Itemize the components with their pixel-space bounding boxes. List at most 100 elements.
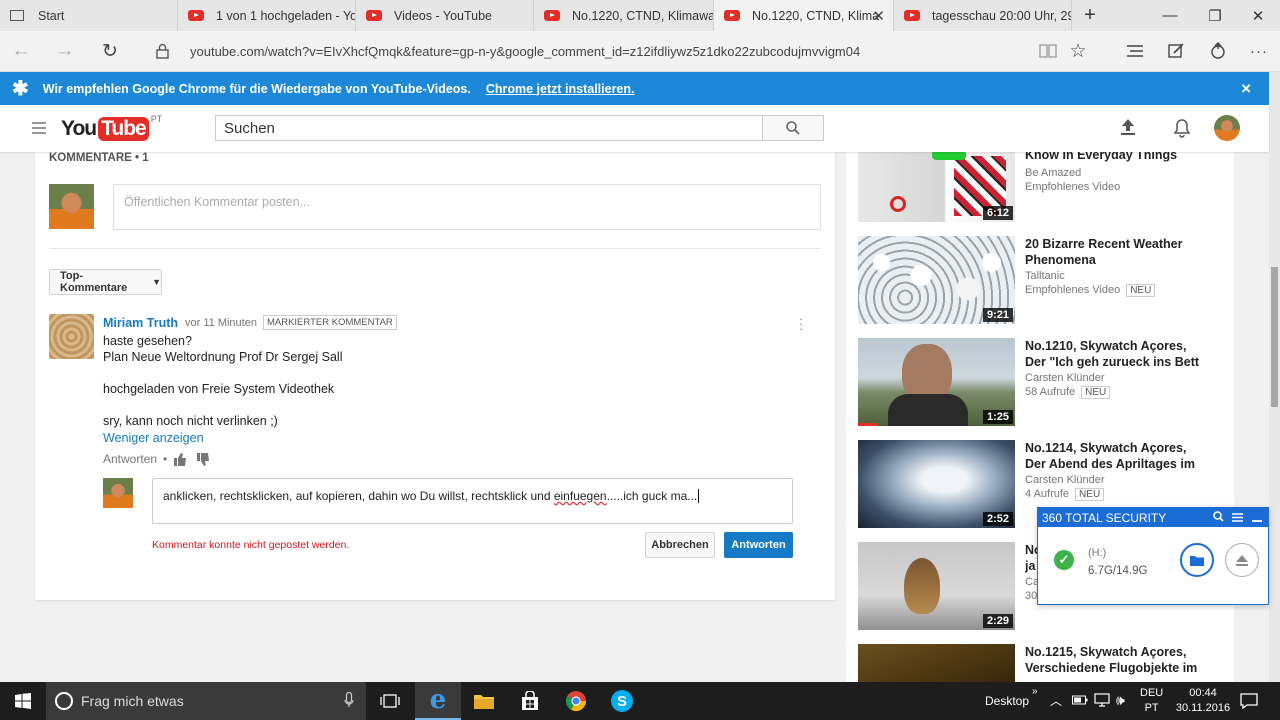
video-channel[interactable]: Carsten Klünder bbox=[1025, 474, 1105, 486]
close-window-button[interactable]: ✕ bbox=[1238, 0, 1278, 31]
video-thumbnail[interactable]: 9:21 bbox=[858, 236, 1015, 324]
submit-reply-button[interactable]: Antworten bbox=[724, 532, 793, 558]
microphone-icon[interactable] bbox=[344, 691, 354, 711]
lock-icon bbox=[149, 39, 175, 63]
related-video-item[interactable]: 6:12 Know In Everyday Things Be Amazed E… bbox=[858, 152, 1238, 240]
edge-browser-icon[interactable]: e bbox=[415, 682, 461, 720]
favorite-star-icon[interactable]: ☆ bbox=[1065, 39, 1091, 63]
clock[interactable]: 00:44 30.11.2016 bbox=[1172, 686, 1234, 716]
video-channel[interactable]: Carsten Klünder bbox=[1025, 372, 1105, 384]
related-video-item[interactable]: 9:21 20 Bizarre Recent Weather Phenomena… bbox=[858, 236, 1238, 326]
tab-youtube-upload[interactable]: 1 von 1 hochgeladen - You bbox=[178, 0, 356, 31]
web-note-icon[interactable] bbox=[1163, 39, 1189, 63]
related-video-item[interactable]: 1:25 No.1210, Skywatch Açores, Der "Ich … bbox=[858, 338, 1238, 428]
commenter-avatar[interactable] bbox=[49, 314, 94, 359]
notifications-bell-icon[interactable] bbox=[1173, 118, 1191, 141]
eject-button[interactable] bbox=[1225, 543, 1259, 577]
desktop-toolbar-label[interactable]: Desktop bbox=[985, 694, 1029, 708]
task-view-icon[interactable] bbox=[367, 682, 413, 720]
video-title[interactable]: 20 Bizarre Recent Weather Phenomena bbox=[1025, 236, 1225, 268]
toolbar-chevron-icon[interactable]: » bbox=[1032, 686, 1038, 697]
video-meta-row: 58 Aufrufe NEU bbox=[1025, 386, 1111, 399]
tab-tagesschau[interactable]: tagesschau 20:00 Uhr, 29. bbox=[894, 0, 1072, 31]
windows-logo-icon bbox=[15, 693, 31, 709]
store-icon[interactable] bbox=[507, 682, 553, 720]
upload-icon[interactable] bbox=[1120, 118, 1136, 139]
search-icon[interactable] bbox=[1213, 510, 1224, 525]
text-cursor bbox=[698, 489, 700, 503]
minimize-button[interactable]: — bbox=[1150, 0, 1190, 31]
address-bar-url[interactable]: youtube.com/watch?v=EIvXhcfQmqk&feature=… bbox=[190, 44, 860, 59]
back-arrow-icon[interactable]: ← bbox=[8, 39, 34, 63]
video-thumbnail[interactable]: 2:29 bbox=[858, 542, 1015, 630]
video-title[interactable]: No.1214, Skywatch Açores, Der Abend des … bbox=[1025, 440, 1225, 472]
tab-video-1220-a[interactable]: No.1220, CTND, Klimawan bbox=[534, 0, 714, 31]
comment-line bbox=[103, 397, 342, 413]
logo-you: You bbox=[61, 117, 97, 140]
volume-icon[interactable]: 🕪 bbox=[1116, 692, 1125, 709]
search-button[interactable] bbox=[762, 115, 824, 141]
start-button[interactable] bbox=[0, 682, 46, 720]
guide-menu-icon[interactable] bbox=[32, 122, 46, 137]
video-title[interactable]: No.1210, Skywatch Açores, Der "Ich geh z… bbox=[1025, 338, 1225, 370]
tab-youtube-videos[interactable]: Videos - YouTube bbox=[356, 0, 534, 31]
page-scrollbar[interactable] bbox=[1269, 72, 1280, 682]
input-language[interactable]: DEU PT bbox=[1140, 686, 1163, 716]
video-title[interactable]: Know In Everyday Things bbox=[1025, 152, 1225, 163]
logo-tube: Tube bbox=[98, 117, 149, 141]
show-hidden-icons[interactable]: ︿ bbox=[1050, 692, 1062, 709]
share-icon[interactable] bbox=[1205, 39, 1231, 63]
video-channel[interactable]: Be Amazed bbox=[1025, 167, 1081, 179]
reply-link[interactable]: Antworten bbox=[103, 452, 157, 466]
tab-video-1220-active[interactable]: No.1220, CTND, Klima ✕ bbox=[714, 0, 894, 31]
new-tab-button[interactable]: + bbox=[1070, 0, 1110, 31]
related-video-item[interactable]: No.1215, Skywatch Açores, Verschiedene F… bbox=[858, 644, 1238, 682]
refresh-icon[interactable]: ↻ bbox=[97, 39, 123, 63]
action-center-icon[interactable] bbox=[1240, 693, 1258, 712]
video-title[interactable]: No.1215, Skywatch Açores, Verschiedene F… bbox=[1025, 644, 1225, 676]
chrome-icon[interactable] bbox=[553, 682, 599, 720]
comment-line: haste gesehen? bbox=[103, 334, 192, 348]
reading-view-icon[interactable] bbox=[1035, 39, 1061, 63]
open-folder-button[interactable] bbox=[1180, 543, 1214, 577]
tab-start[interactable]: Start bbox=[0, 0, 178, 31]
cancel-button[interactable]: Abbrechen bbox=[645, 532, 715, 558]
tab-close-icon[interactable]: ✕ bbox=[872, 7, 885, 25]
reply-input[interactable]: anklicken, rechtsklicken, auf kopieren, … bbox=[152, 478, 793, 524]
forward-arrow-icon[interactable]: → bbox=[52, 39, 78, 63]
hub-icon[interactable] bbox=[1122, 39, 1148, 63]
more-icon[interactable]: ··· bbox=[1246, 39, 1272, 63]
video-thumbnail[interactable] bbox=[858, 644, 1015, 682]
tab-title: tagesschau 20:00 Uhr, 29. bbox=[932, 8, 1072, 23]
install-chrome-link[interactable]: Chrome jetzt installieren. bbox=[486, 82, 635, 96]
thumbs-up-icon[interactable] bbox=[173, 452, 187, 466]
menu-icon[interactable] bbox=[1232, 511, 1243, 525]
youtube-icon bbox=[544, 10, 560, 21]
video-thumbnail[interactable]: 6:12 bbox=[858, 152, 1015, 222]
skype-icon[interactable]: S bbox=[599, 682, 645, 720]
eject-icon bbox=[1236, 554, 1248, 566]
widget-header: 360 TOTAL SECURITY bbox=[1038, 508, 1268, 527]
video-channel[interactable]: Talltanic bbox=[1025, 270, 1065, 282]
file-explorer-icon[interactable] bbox=[461, 682, 507, 720]
banner-close-icon[interactable]: × bbox=[1241, 79, 1251, 99]
restore-button[interactable]: ❐ bbox=[1195, 0, 1235, 31]
video-thumbnail[interactable]: 2:52 bbox=[858, 440, 1015, 528]
video-thumbnail[interactable]: 1:25 bbox=[858, 338, 1015, 426]
network-icon[interactable] bbox=[1094, 693, 1110, 710]
minimize-icon[interactable] bbox=[1252, 511, 1262, 525]
comment-time[interactable]: vor 11 Minuten bbox=[185, 317, 257, 329]
scrollbar-thumb[interactable] bbox=[1271, 267, 1278, 407]
search-input[interactable]: Suchen bbox=[215, 115, 763, 141]
comment-author[interactable]: Miriam Truth bbox=[103, 316, 178, 330]
battery-icon[interactable] bbox=[1072, 694, 1088, 708]
video-title-line: No.1215, Skywatch Açores, bbox=[1025, 645, 1187, 659]
show-less-link[interactable]: Weniger anzeigen bbox=[103, 430, 342, 446]
public-comment-input[interactable]: Öffentlichen Kommentar posten... bbox=[113, 184, 821, 230]
thumbs-down-icon[interactable] bbox=[196, 452, 210, 466]
comment-menu-icon[interactable]: · · · bbox=[799, 312, 803, 335]
account-avatar[interactable] bbox=[1214, 115, 1240, 141]
youtube-logo[interactable]: You Tube PT bbox=[61, 114, 162, 144]
sort-dropdown[interactable]: Top-Kommentare ▼ bbox=[49, 269, 162, 295]
cortana-search-box[interactable]: Frag mich etwas bbox=[46, 682, 366, 720]
